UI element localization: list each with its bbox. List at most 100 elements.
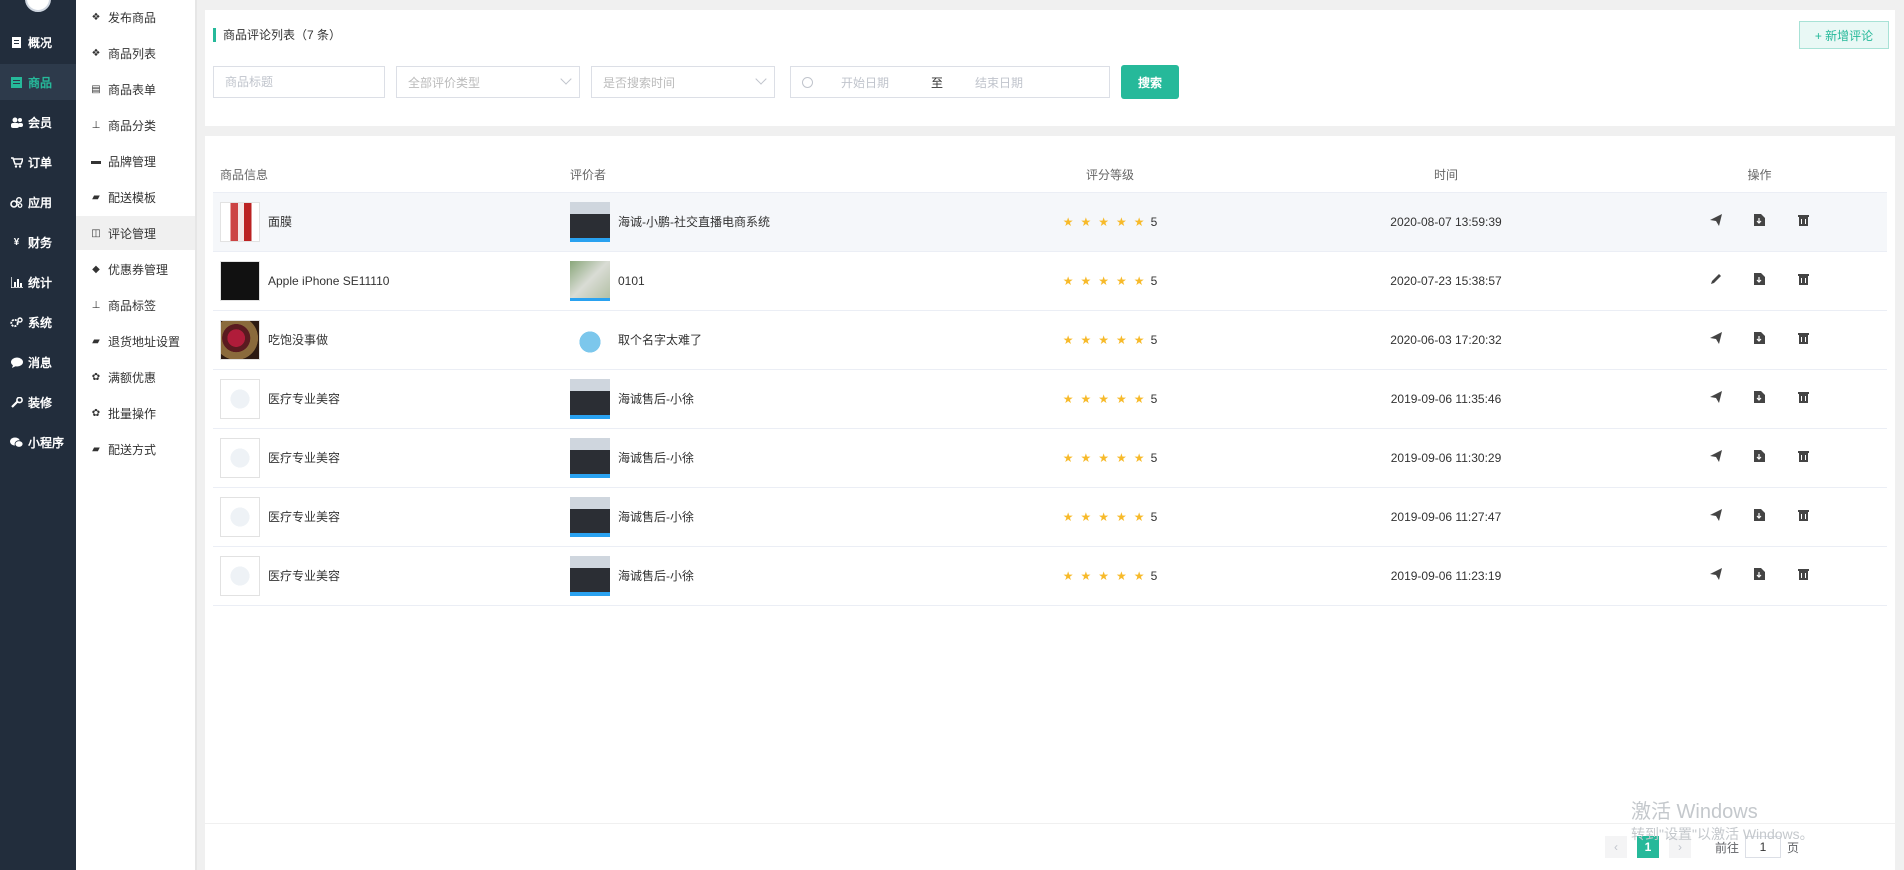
subnav-reviews[interactable]: ◫ 评论管理: [76, 216, 195, 250]
nav-item-miniprogram[interactable]: 小程序: [0, 424, 76, 460]
subnav-batch[interactable]: ✿ 批量操作: [76, 396, 195, 430]
windows-activation-watermark: 激活 Windows 转到"设置"以激活 Windows。: [1631, 800, 1814, 844]
nav-item-goods[interactable]: 商品: [0, 64, 76, 100]
send-action[interactable]: [1709, 450, 1723, 465]
reviewer-cell: 0101: [570, 251, 960, 311]
file-import-action[interactable]: [1753, 332, 1767, 347]
pencil-action[interactable]: [1709, 274, 1723, 288]
file-icon: [10, 36, 23, 49]
send-action[interactable]: [1709, 568, 1723, 583]
subnav-label: 品牌管理: [108, 154, 157, 169]
trash-action[interactable]: [1797, 569, 1811, 583]
nav-item-messages[interactable]: 消息: [0, 344, 76, 380]
chat-icon: [10, 356, 23, 369]
table-row: 医疗专业美容 海诚售后-小徐 ★ ★ ★ ★ ★ 5 2019-09-06 11:23:19: [213, 546, 1887, 606]
search-time-select[interactable]: 是否搜索时间: [591, 66, 775, 98]
nav-item-label: 应用: [28, 195, 53, 210]
score-cell: ★ ★ ★ ★ ★ 5: [960, 192, 1260, 252]
nav-item-apps[interactable]: 应用: [0, 184, 76, 220]
file-import-action[interactable]: [1753, 450, 1767, 465]
goods-title-input[interactable]: [213, 66, 385, 98]
nav-item-orders[interactable]: 订单: [0, 144, 76, 180]
chevron-down-icon: [755, 73, 767, 85]
subnav-label: 发布商品: [108, 10, 157, 25]
nav-item-decorate[interactable]: 装修: [0, 384, 76, 420]
chart-icon: [10, 276, 23, 289]
rating-type-select[interactable]: 全部评价类型: [396, 66, 580, 98]
file-import-action[interactable]: [1753, 273, 1767, 288]
star-icon: ★: [1062, 332, 1074, 347]
star-icon: ★: [1116, 214, 1127, 229]
trash-icon: [1798, 391, 1809, 406]
search-button[interactable]: 搜索: [1121, 65, 1179, 99]
add-review-button[interactable]: + 新增评论: [1799, 21, 1889, 49]
subnav-return-address[interactable]: ▰ 退货地址设置: [76, 324, 195, 358]
goods-name: 医疗专业美容: [268, 451, 341, 465]
subnav-goods-list[interactable]: ❖ 商品列表: [76, 36, 195, 70]
nav-item-finance[interactable]: ¥ 财务: [0, 224, 76, 260]
trash-action[interactable]: [1797, 333, 1811, 347]
trash-action[interactable]: [1797, 274, 1811, 288]
trash-action[interactable]: [1797, 215, 1811, 229]
subnav-goods-category[interactable]: ⊥ 商品分类: [76, 108, 195, 142]
star-icon: ★: [1080, 509, 1092, 524]
send-icon: [1709, 391, 1722, 406]
file-import-action[interactable]: [1753, 391, 1767, 406]
subnav-delivery[interactable]: ▰ 配送方式: [76, 432, 195, 466]
send-icon: [1709, 214, 1722, 229]
subnav-label: 商品表单: [108, 82, 157, 97]
review-table: 商品信息 评价者 评分等级 时间 操作 面膜 海诚-小鹏-社交直播电商系统 ★ ★ ★ ★…: [213, 158, 1887, 606]
reviewer-name: 海诚售后-小徐: [618, 392, 694, 406]
send-action[interactable]: [1709, 332, 1723, 347]
prev-page-button[interactable]: ‹: [1604, 836, 1627, 858]
truck-icon: ▰: [92, 443, 100, 455]
primary-nav: 概况 商品 会员 订单 应用 ¥ 财务 统计 系统 消息 装修 小程序: [0, 0, 76, 870]
send-action[interactable]: [1709, 391, 1723, 406]
file-import-icon: [1754, 273, 1765, 288]
star-icon: ★: [1098, 273, 1110, 288]
clock-icon: [802, 76, 813, 88]
subnav-publish-goods[interactable]: ❖ 发布商品: [76, 0, 195, 34]
date-range-picker[interactable]: 开始日期 至 结束日期: [790, 66, 1110, 98]
tags-icon: ◆: [92, 263, 100, 275]
star-icon: ★: [1133, 273, 1145, 288]
nav-item-members[interactable]: 会员: [0, 104, 76, 140]
goods-title-field[interactable]: [225, 75, 384, 89]
start-date-field[interactable]: 开始日期: [841, 74, 931, 91]
cubes-icon: ❖: [91, 11, 101, 23]
nav-item-stats[interactable]: 统计: [0, 264, 76, 300]
file-import-action[interactable]: [1753, 214, 1767, 229]
star-icon: ★: [1062, 509, 1074, 524]
send-action[interactable]: [1709, 509, 1723, 524]
goods-cell: 医疗专业美容: [213, 487, 570, 547]
subnav-brand[interactable]: ▬ 品牌管理: [76, 144, 195, 178]
nav-item-label: 消息: [28, 355, 53, 370]
subnav-shipping-template[interactable]: ▰ 配送模板: [76, 180, 195, 214]
trash-action[interactable]: [1797, 510, 1811, 524]
subnav-goods-form[interactable]: ▤ 商品表单: [76, 72, 195, 106]
star-icon: ★: [1116, 509, 1127, 524]
send-action[interactable]: [1709, 214, 1723, 229]
score-cell: ★ ★ ★ ★ ★ 5: [960, 251, 1260, 311]
wechat-icon: [10, 436, 23, 449]
goods-thumbnail: [220, 260, 260, 301]
trash-action[interactable]: [1797, 392, 1811, 406]
actions-cell: [1632, 369, 1887, 429]
subnav-goods-tags[interactable]: ⊥ 商品标签: [76, 288, 195, 322]
file-import-action[interactable]: [1753, 568, 1767, 583]
reviewer-cell: 海诚-小鹏-社交直播电商系统: [570, 192, 960, 252]
watermark-line2: 转到"设置"以激活 Windows。: [1631, 826, 1814, 842]
end-date-field[interactable]: 结束日期: [975, 74, 1023, 91]
nav-item-overview[interactable]: 概况: [0, 24, 76, 60]
nav-item-system[interactable]: 系统: [0, 304, 76, 340]
trash-action[interactable]: [1797, 451, 1811, 465]
nav-item-label: 概况: [28, 35, 53, 50]
filter-panel: 商品评论列表（7 条） + 新增评论 全部评价类型 是否搜索时间 开始日期 至 …: [205, 10, 1895, 126]
subnav-full-discount[interactable]: ✿ 满额优惠: [76, 360, 195, 394]
subnav-coupons[interactable]: ◆ 优惠券管理: [76, 252, 195, 286]
file-import-action[interactable]: [1753, 509, 1767, 524]
subnav-label: 批量操作: [108, 406, 157, 421]
star-icon: ★: [1133, 509, 1145, 524]
send-icon: [1709, 450, 1722, 465]
goods-cell: 医疗专业美容: [213, 428, 570, 488]
